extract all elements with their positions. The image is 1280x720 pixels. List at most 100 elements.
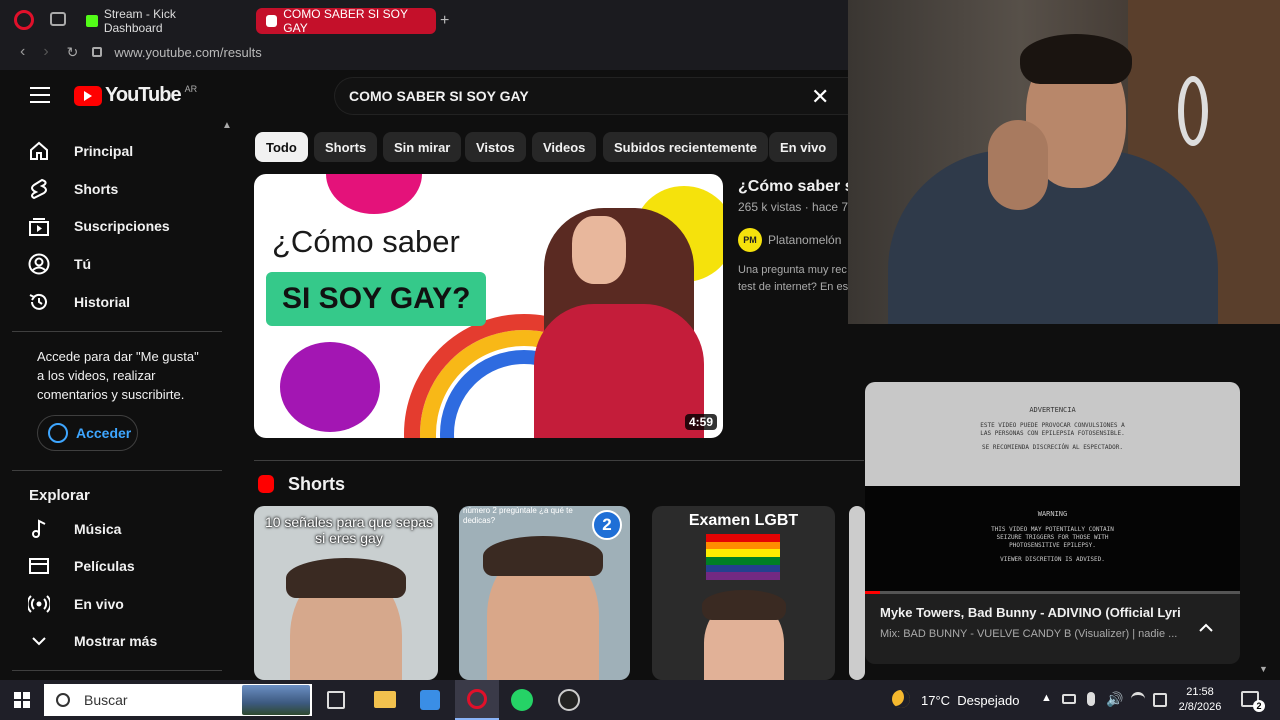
microphone-icon[interactable] [1087, 692, 1095, 706]
sidebar-item-historial[interactable]: Historial [28, 291, 130, 313]
chevron-up-icon[interactable] [1198, 620, 1214, 632]
sidebar-item-musica[interactable]: Música [28, 518, 121, 540]
miniplayer-progress-track[interactable] [865, 591, 1240, 594]
back-icon[interactable]: ‹ [20, 43, 25, 61]
film-icon [28, 555, 50, 577]
new-tab-button[interactable]: + [440, 12, 449, 30]
miniplayer-progress-fill [865, 591, 880, 594]
video-desc-line1: Una pregunta muy rec [738, 264, 847, 276]
youtube-play-icon [74, 85, 102, 106]
task-view-icon[interactable] [327, 691, 345, 709]
section-divider [254, 460, 864, 461]
search-icon [56, 693, 70, 707]
sidebar-item-tu[interactable]: Tú [28, 253, 91, 275]
workspace-icon[interactable] [50, 12, 66, 26]
sidebar-item-peliculas[interactable]: Películas [28, 555, 135, 577]
history-icon [28, 291, 50, 313]
account-icon [48, 423, 68, 443]
wifi-icon[interactable] [1131, 692, 1145, 706]
address-bar[interactable]: ‹ › ↻ www.youtube.com/results [0, 36, 848, 68]
moon-icon [892, 690, 910, 708]
sidebar-item-mostrar-mas[interactable]: Mostrar más [28, 630, 157, 652]
video-meta: 265 k vistas · hace 7 a [738, 200, 848, 214]
shorts-heading: Shorts [288, 474, 346, 494]
opera-taskbar-icon [467, 689, 487, 709]
tab-kick[interactable]: Stream - Kick Dashboard [76, 7, 246, 35]
obs-icon[interactable] [558, 689, 580, 711]
short-hair [483, 536, 603, 576]
live-icon [28, 593, 50, 615]
clock[interactable]: 21:58 2/8/2026 [1172, 685, 1228, 715]
menu-icon[interactable] [30, 87, 50, 103]
windows-taskbar: Buscar 17°C Despejado ▲ 🔊 21:58 2/8/2026… [0, 680, 1280, 720]
lock-icon [92, 47, 103, 57]
pride-flag-icon [706, 534, 780, 580]
network-device-icon[interactable] [1062, 694, 1076, 704]
signin-prompt: Accede para dar "Me gusta" a los videos,… [37, 349, 199, 402]
chip-vistos[interactable]: Vistos [465, 132, 526, 162]
channel-avatar[interactable]: PM [738, 228, 762, 252]
forward-icon[interactable]: › [43, 43, 48, 61]
notification-count: 2 [1253, 700, 1265, 712]
door-handle [1178, 76, 1208, 146]
taskbar-search[interactable]: Buscar [44, 684, 312, 716]
presenter-dress [534, 304, 704, 438]
sidebar-scroll-up[interactable]: ▲ [222, 120, 232, 131]
thumb-title-line2: SI SOY GAY? [266, 272, 487, 326]
taskbar-opera-button[interactable] [455, 680, 499, 720]
sidebar-item-suscripciones[interactable]: Suscripciones [28, 215, 170, 237]
chip-todo[interactable]: Todo [255, 132, 308, 162]
chip-videos[interactable]: Videos [532, 132, 597, 162]
sidebar-item-principal[interactable]: Principal [28, 140, 133, 162]
channel-name[interactable]: Platanomelón [768, 233, 841, 247]
chip-en-vivo[interactable]: En vivo [769, 132, 838, 162]
chip-shorts[interactable]: Shorts [314, 132, 378, 162]
miniplayer-warning-es: ADVERTENCIA ESTE VIDEO PUEDE PROVOCAR CO… [865, 382, 1240, 486]
presenter-face [572, 216, 626, 284]
store-icon[interactable] [420, 690, 440, 710]
opera-icon[interactable] [14, 10, 34, 30]
short-card-3[interactable]: Examen LGBT [652, 506, 835, 680]
browser-chrome: Stream - Kick Dashboard COMO SABER SI SO… [0, 0, 848, 70]
weather-text[interactable]: 17°C Despejado [921, 693, 1019, 708]
kick-icon [86, 15, 98, 27]
language-icon[interactable] [1153, 693, 1167, 707]
miniplayer[interactable]: ADVERTENCIA ESTE VIDEO PUEDE PROVOCAR CO… [865, 382, 1240, 664]
clear-search-icon[interactable]: ✕ [811, 84, 829, 110]
short-card-2[interactable]: número 2 pregúntale ¿a qué te dedicas? 2 [459, 506, 630, 680]
short-card-1[interactable]: 10 señales para que sepas si eres gay [254, 506, 438, 680]
duration-badge: 4:59 [684, 414, 717, 430]
page-scroll-down[interactable]: ▼ [1259, 664, 1268, 674]
chip-sin-mirar[interactable]: Sin mirar [383, 132, 462, 162]
sidebar-divider [12, 331, 222, 332]
file-explorer-icon[interactable] [374, 691, 396, 708]
reload-icon[interactable]: ↻ [67, 44, 79, 61]
youtube-logo[interactable]: YouTube AR [74, 84, 197, 107]
video-thumbnail[interactable]: ¿Cómo saber SI SOY GAY? 4:59 [254, 174, 723, 438]
chevron-down-icon [28, 630, 50, 652]
sidebar-item-shorts[interactable]: Shorts [28, 178, 118, 200]
webcam-person-hair [1020, 34, 1132, 84]
miniplayer-warning-en: WARNING THIS VIDEO MAY POTENTIALLY CONTA… [865, 486, 1240, 592]
webcam-person-hand [988, 120, 1048, 210]
sidebar-divider [12, 470, 222, 471]
chip-subidos[interactable]: Subidos recientemente [603, 132, 769, 162]
youtube-tab-icon [266, 15, 278, 27]
short-hair [286, 558, 406, 598]
url-text[interactable]: www.youtube.com/results [114, 45, 261, 60]
windows-start-icon[interactable] [14, 692, 30, 708]
purple-shape [280, 342, 380, 432]
search-input[interactable]: COMO SABER SI SOY GAY ✕ [334, 77, 848, 115]
speaker-icon[interactable]: 🔊 [1106, 691, 1123, 708]
short-card-4[interactable] [849, 506, 865, 680]
shorts-logo-icon [258, 475, 274, 493]
whatsapp-icon[interactable] [511, 689, 533, 711]
video-title[interactable]: ¿Cómo saber s [738, 178, 848, 196]
tab-youtube[interactable]: COMO SABER SI SOY GAY [256, 7, 436, 35]
thumb-title-line1: ¿Cómo saber [272, 224, 460, 259]
sidebar-item-en-vivo[interactable]: En vivo [28, 593, 124, 615]
signin-button[interactable]: Acceder [37, 415, 138, 451]
explore-heading: Explorar [29, 487, 90, 504]
show-hidden-icons[interactable]: ▲ [1041, 692, 1052, 704]
miniplayer-title[interactable]: Myke Towers, Bad Bunny - ADIVINO (Offici… [880, 605, 1180, 620]
